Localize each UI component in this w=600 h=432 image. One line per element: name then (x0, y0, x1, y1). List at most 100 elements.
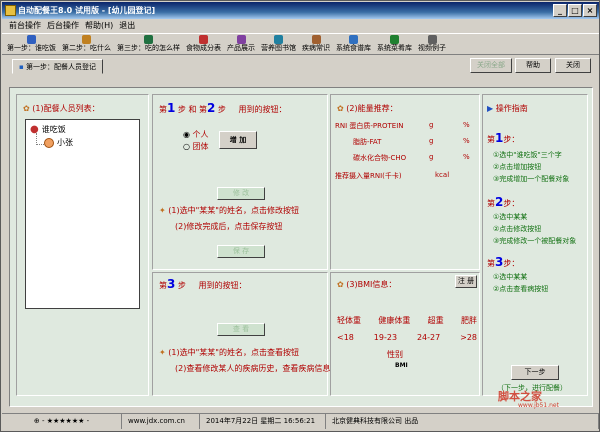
energy-unit: kcal (435, 171, 450, 179)
g3-suffix: 步： (503, 259, 520, 268)
bmi-r0: <18 (337, 333, 354, 342)
g3-item0: ①选中某某 (493, 273, 528, 281)
menu-help[interactable]: 帮助(H) (82, 19, 116, 33)
step3-panel: 第3 步 用到的按钮： 查 看 ✦ (1)选中"某某"的姓名，点击查看按钮 (2… (152, 272, 330, 396)
toolbar-item[interactable]: 第三步：吃的怎么样 (114, 34, 183, 54)
toolbar-label: 第一步：谁吃饭 (7, 44, 56, 52)
g1-prefix: 第 (487, 135, 495, 144)
status-company: 北京健典科技有限公司 出品 (326, 414, 599, 429)
toolbar-label: 第三步：吃的怎么样 (117, 44, 180, 52)
tree-root-label: 谁吃饭 (41, 125, 66, 134)
modify-button[interactable]: 修 改 (217, 187, 265, 200)
toolbar-icon (199, 35, 208, 44)
arrow-right-icon: ▶ (487, 104, 494, 113)
bmi-title-text: (3)BMI信息： (346, 280, 397, 289)
close-window-button[interactable]: × (583, 4, 597, 17)
toolbar-icon (349, 35, 358, 44)
s3-suffix: 步 (177, 281, 186, 290)
s12-tip1-text: (1)选中"某某"的姓名，点击修改按钮 (168, 206, 299, 215)
watermark-sub: www.jb51.net (518, 402, 559, 409)
menu-front[interactable]: 前台操作 (6, 19, 44, 33)
bmi-h3: 肥胖 (460, 316, 477, 325)
close-button[interactable]: 关闭 (555, 58, 591, 73)
g2-suffix: 步： (503, 199, 520, 208)
energy-unit: g (429, 153, 434, 161)
toolbar-item[interactable]: 系统菜肴库 (374, 34, 415, 54)
g1-item1: ②点击增加按钮 (493, 163, 542, 171)
person-tree[interactable]: ● 谁吃饭 小张 (25, 119, 140, 309)
s12-mid: 步 和 第 (177, 105, 207, 114)
toolbar-label: 第二步：吃什么 (62, 44, 111, 52)
g3-prefix: 第 (487, 259, 495, 268)
toolbar-item[interactable]: 系统食谱库 (333, 34, 374, 54)
toolbar-item[interactable]: 营养图书馆 (258, 34, 299, 54)
status-bar: ⊕ - ★★★★★★ - www.jdx.com.cn 2014年7月22日 星… (2, 413, 599, 429)
g3-item1: ②点击查看病按钮 (493, 285, 549, 293)
people-icon: ● (30, 124, 39, 135)
tree-child-label: 小张 (57, 138, 73, 147)
bmi-title: ✿ (3)BMI信息： (337, 279, 396, 290)
toolbar-label: 营养图书馆 (261, 44, 296, 52)
toolbar-item[interactable]: 第二步：吃什么 (59, 34, 114, 54)
save-button[interactable]: 保 存 (217, 245, 265, 258)
g1-item2: ③完成增加一个配餐对象 (493, 175, 570, 183)
toolbar-label: 食物成分表 (186, 44, 221, 52)
toolbar-item[interactable]: 视频例子 (415, 34, 449, 54)
tab-registration[interactable]: ▪ 第一步：配餐人员登记 (12, 59, 103, 74)
guide-s3: 第3步： (487, 255, 519, 269)
person-list-title: ✿ (1)配餐人员列表： (23, 103, 100, 114)
minimize-button[interactable]: _ (553, 4, 567, 17)
person-list-title-text: (1)配餐人员列表： (32, 104, 100, 113)
guide-panel: ▶ 操作指南 第1步： ①选中"谁吃饭"三个字 ②点击增加按钮 ③完成增加一个配… (482, 94, 588, 396)
tree-child[interactable]: 小张 (44, 137, 73, 148)
title-bar: 自动配餐王8.0 试用版 - [幼儿园登记] _ □ × (2, 2, 599, 19)
radio-checked-icon: ◉ (183, 130, 190, 139)
s12-tip1: ✦ (1)选中"某某"的姓名，点击修改按钮 (159, 205, 299, 216)
toolbar-icon (27, 35, 36, 44)
menu-bar: 前台操作 后台操作 帮助(H) 退出 (2, 19, 599, 33)
status-datetime: 2014年7月22日 星期二 16:56:21 (200, 414, 326, 429)
steps12-panel: 第1 步 和 第2 步 用到的按钮： ◉ 个人 ○ 团体 增 加 修 改 ✦ (… (152, 94, 328, 270)
help-button[interactable]: 帮助 (515, 58, 551, 73)
toolbar-label: 产品展示 (227, 44, 255, 52)
menu-back[interactable]: 后台操作 (44, 19, 82, 33)
bmi-r1: 19-23 (373, 333, 398, 342)
view-button[interactable]: 查 看 (217, 323, 265, 336)
radio-empty-icon: ○ (183, 142, 190, 151)
steps12-heading: 第1 步 和 第2 步 用到的按钮： (159, 101, 286, 115)
bmi-headers: 轻体重 健康体重 超重 肥胖 (337, 315, 477, 326)
tab-icon: ▪ (19, 63, 24, 71)
radio-group[interactable]: ○ 团体 (183, 141, 209, 152)
energy-row: RNI 蛋白质-PROTEIN g% (331, 121, 481, 133)
toolbar-label: 系统食谱库 (336, 44, 371, 52)
energy-pct: % (463, 121, 470, 129)
s3-tip1: ✦ (1)选中"某某"的姓名，点击查看按钮 (159, 347, 299, 358)
energy-pct: % (463, 153, 470, 161)
guide-title: ▶ 操作指南 (487, 103, 528, 114)
s12-tip2: (2)修改完成后，点击保存按钮 (175, 222, 283, 231)
toolbar-item[interactable]: 第一步：谁吃饭 (4, 34, 59, 54)
next-step-button[interactable]: 下一步 (511, 365, 559, 380)
register-button[interactable]: 注 册 (455, 275, 477, 288)
s3-tip1-text: (1)选中"某某"的姓名，点击查看按钮 (168, 348, 299, 357)
guide-s2: 第2步： (487, 195, 519, 209)
maximize-button[interactable]: □ (568, 4, 582, 17)
add-button[interactable]: 增 加 (219, 131, 257, 149)
toolbar-label: 系统菜肴库 (377, 44, 412, 52)
toolbar-item[interactable]: 疾病常识 (299, 34, 333, 54)
bmi-gender: 性别 (387, 350, 403, 359)
close-all-button[interactable]: 关闭全部 (470, 58, 512, 73)
toolbar-icon (427, 35, 437, 44)
bmi-h1: 健康体重 (378, 316, 411, 325)
bmi-h2: 超重 (427, 316, 444, 325)
radio-group-label: 团体 (192, 142, 209, 151)
energy-pct: % (463, 137, 470, 145)
radio-person[interactable]: ◉ 个人 (183, 129, 209, 140)
window-title: 自动配餐王8.0 试用版 - [幼儿园登记] (18, 6, 156, 15)
toolbar-item[interactable]: 食物成分表 (183, 34, 224, 54)
menu-exit[interactable]: 退出 (116, 19, 138, 33)
toolbar-item[interactable]: 产品展示 (224, 34, 258, 54)
status-url: www.jdx.com.cn (122, 414, 200, 429)
g1-item0: ①选中"谁吃饭"三个字 (493, 151, 562, 159)
tree-line-h (36, 144, 44, 145)
